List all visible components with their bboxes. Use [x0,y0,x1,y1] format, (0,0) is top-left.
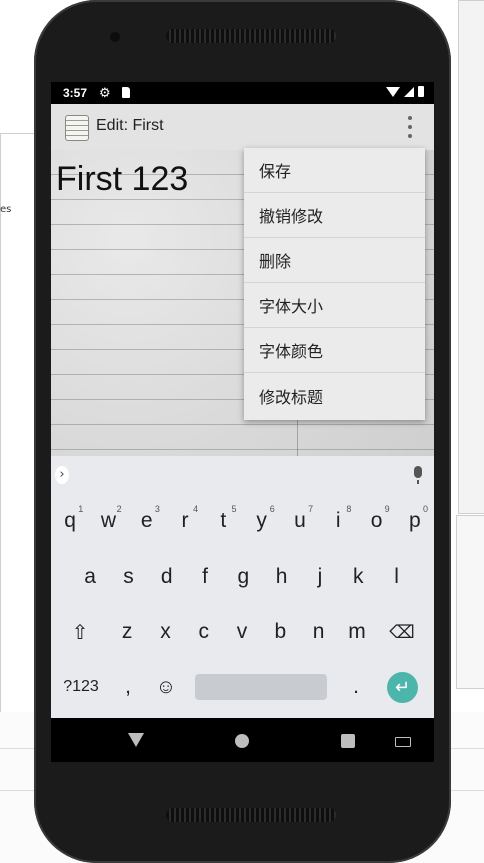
status-bar: 3:57 ⚙ [51,82,434,104]
menu-item-edit-title[interactable]: 修改标题 [244,373,425,418]
desktop-window-fragment-right-lower [456,515,484,689]
settings-gear-icon: ⚙ [99,85,111,100]
key-q[interactable]: q1 [51,496,89,546]
key-hint: 8 [346,504,352,514]
key-l[interactable]: l [377,552,415,602]
key-label: i [335,509,341,532]
key-hint: 9 [384,504,390,514]
expand-arrow-icon[interactable]: › [55,466,69,484]
key-label: u [294,509,306,532]
keyboard-row-4: ?123 , ☺ . ↵ [51,662,434,712]
key-j[interactable]: j [301,552,339,602]
key-label: p [408,509,421,532]
menu-item-save[interactable]: 保存 [244,148,425,193]
key-r[interactable]: r4 [166,496,204,546]
key-h[interactable]: h [263,552,301,602]
key-hint: 2 [116,504,122,514]
key-n[interactable]: n [300,607,338,657]
key-p[interactable]: p0 [396,496,434,546]
key-y[interactable]: y6 [243,496,281,546]
bottom-speaker [166,808,336,822]
key-hint: 5 [231,504,237,514]
wifi-icon [386,86,400,97]
keyboard-suggestion-strip: › [51,456,434,496]
shift-icon: ⇧ [71,621,89,644]
note-text[interactable]: First 123 [56,160,188,199]
keyboard-row-3: ⇧ ⌫ zxcvbnm [51,607,434,657]
menu-item-font-size[interactable]: 字体大小 [244,283,425,328]
top-speaker [166,29,336,43]
keyboard-row-1: q1w2e3r4t5y6u7i8o9p0 [51,496,434,546]
app-bar: Edit: First [51,104,434,150]
shift-key[interactable]: ⇧ [63,607,97,657]
app-title: Edit: First [96,117,164,134]
key-hint: 1 [78,504,84,514]
key-t[interactable]: t5 [204,496,242,546]
key-o[interactable]: o9 [357,496,395,546]
microphone-icon[interactable] [414,466,422,484]
desktop-fragment-label: es [0,204,12,215]
key-s[interactable]: s [109,552,147,602]
space-bar[interactable] [195,674,327,700]
emoji-key[interactable]: ☺ [151,662,181,712]
period-key[interactable]: . [343,662,369,712]
key-f[interactable]: f [186,552,224,602]
desktop-window-fragment-right [458,0,484,514]
key-k[interactable]: k [339,552,377,602]
emoji-icon: ☺ [155,675,177,698]
key-v[interactable]: v [223,607,261,657]
key-c[interactable]: c [185,607,223,657]
key-hint: 4 [193,504,199,514]
key-label: w [100,509,117,532]
soft-keyboard: q1w2e3r4t5y6u7i8o9p0 asdfghjkl ⇧ ⌫ zxcvb… [51,496,434,718]
key-label: r [181,509,189,532]
key-m[interactable]: m [338,607,376,657]
key-hint: 0 [422,504,428,514]
keyboard-switch-icon[interactable] [395,737,411,747]
symbols-key[interactable]: ?123 [59,662,103,712]
status-time: 3:57 [63,86,88,100]
key-a[interactable]: a [71,552,109,602]
key-u[interactable]: u7 [281,496,319,546]
keyboard-row-2: asdfghjkl [51,552,434,602]
back-icon[interactable] [128,733,144,747]
key-label: o [370,509,383,532]
backspace-key[interactable]: ⌫ [384,607,420,657]
key-i[interactable]: i8 [319,496,357,546]
key-label: y [256,509,267,532]
key-hint: 6 [269,504,275,514]
comma-key[interactable]: , [115,662,141,712]
key-d[interactable]: d [148,552,186,602]
phone-screen: 3:57 ⚙ Edit: First First 123 保存 撤销修改 删除 … [51,82,434,762]
options-menu: 保存 撤销修改 删除 字体大小 字体颜色 修改标题 [244,148,425,420]
status-icons [386,86,424,97]
key-hint: 3 [154,504,160,514]
menu-item-delete[interactable]: 删除 [244,238,425,283]
key-hint: 7 [308,504,314,514]
key-label: q [64,509,76,532]
navigation-bar [51,718,434,762]
sd-card-icon [122,87,130,98]
overflow-menu-icon[interactable] [408,116,412,138]
enter-icon: ↵ [394,677,411,697]
key-x[interactable]: x [146,607,184,657]
signal-icon [404,86,414,97]
key-label: e [140,509,153,532]
backspace-icon: ⌫ [389,621,415,642]
home-icon[interactable] [235,734,249,748]
key-w[interactable]: w2 [89,496,127,546]
menu-item-revert[interactable]: 撤销修改 [244,193,425,238]
notepad-app-icon [65,115,89,141]
menu-item-font-color[interactable]: 字体颜色 [244,328,425,373]
key-b[interactable]: b [261,607,299,657]
key-e[interactable]: e3 [128,496,166,546]
front-camera [110,32,120,42]
key-z[interactable]: z [108,607,146,657]
recent-apps-icon[interactable] [341,734,355,748]
key-g[interactable]: g [224,552,262,602]
key-label: t [220,509,227,532]
battery-icon [418,86,424,97]
enter-key[interactable]: ↵ [387,672,418,703]
